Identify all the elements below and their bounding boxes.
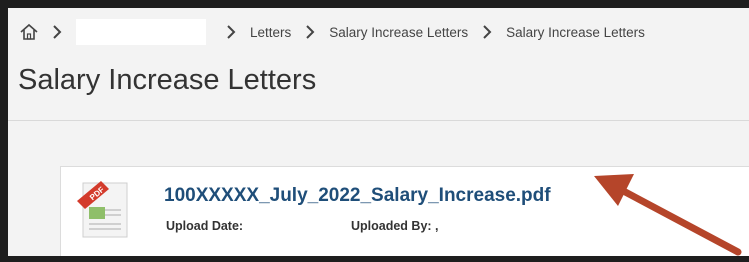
- redacted-breadcrumb-item[interactable]: [76, 19, 206, 45]
- page-title: Salary Increase Letters: [18, 64, 317, 96]
- annotation-arrow: [594, 174, 742, 256]
- breadcrumb-item-salary-increase-letters[interactable]: Salary Increase Letters: [329, 25, 468, 40]
- file-name-link[interactable]: 100XXXXX_July_2022_Salary_Increase.pdf: [164, 185, 551, 207]
- chevron-right-icon: [476, 21, 498, 43]
- chevron-right-icon: [299, 21, 321, 43]
- breadcrumb: Letters Salary Increase Letters Salary I…: [18, 19, 749, 45]
- pdf-file-icon[interactable]: PDF: [75, 179, 133, 241]
- uploaded-by-label: Uploaded By: ,: [351, 219, 439, 233]
- chevron-right-icon: [220, 21, 242, 43]
- upload-date-label: Upload Date:: [166, 219, 244, 233]
- section-divider: [8, 120, 749, 121]
- chevron-right-icon: [46, 21, 68, 43]
- breadcrumb-item-letters[interactable]: Letters: [250, 25, 291, 40]
- home-icon[interactable]: [18, 21, 40, 43]
- breadcrumb-item-current: Salary Increase Letters: [506, 24, 645, 40]
